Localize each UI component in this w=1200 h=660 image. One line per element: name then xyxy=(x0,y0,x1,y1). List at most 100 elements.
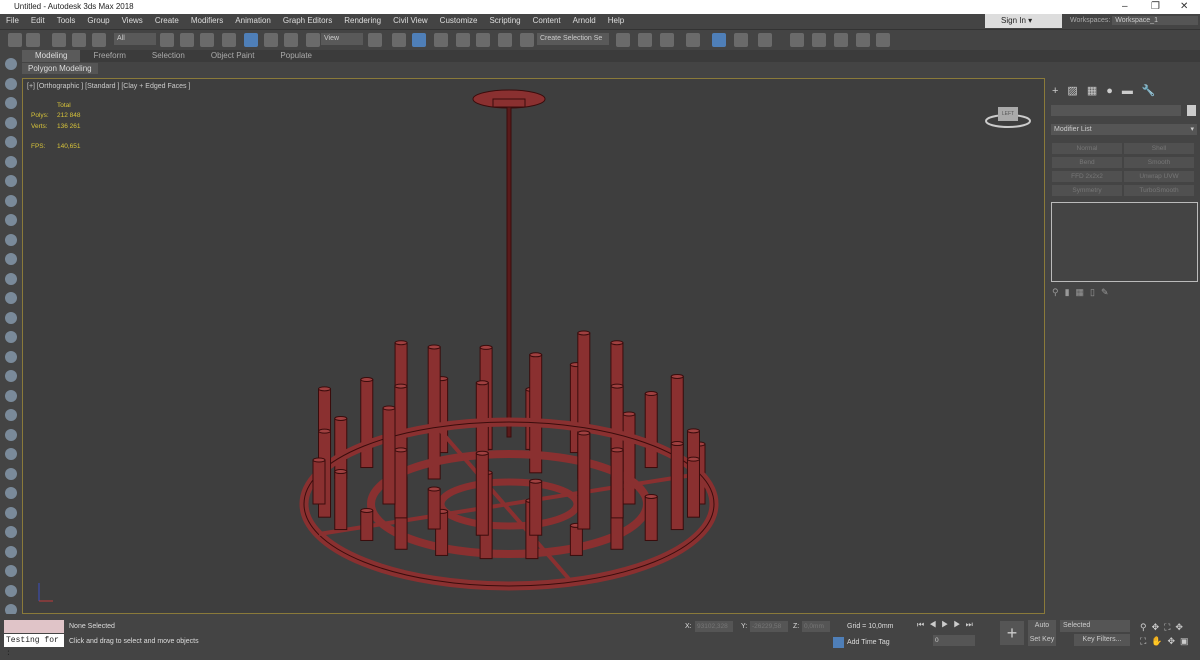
menu-file[interactable]: File xyxy=(0,14,25,28)
current-frame-field[interactable]: 0 xyxy=(933,635,975,646)
toolbar-tool-icon[interactable] xyxy=(638,33,652,47)
modifier-stack[interactable] xyxy=(1051,202,1198,282)
toolbar-tool-icon[interactable] xyxy=(8,33,22,47)
named-selection-set-dropdown[interactable]: Create Selection Se xyxy=(537,33,609,45)
selection-filter-dropdown[interactable]: All xyxy=(114,33,156,45)
left-toolbar-icon[interactable] xyxy=(5,545,17,558)
modifier-button-normal[interactable]: Normal xyxy=(1052,143,1122,154)
menu-group[interactable]: Group xyxy=(81,14,115,28)
toolbar-tool-icon[interactable] xyxy=(734,33,748,47)
modifier-button-bend[interactable]: Bend xyxy=(1052,157,1122,168)
playback-controls[interactable]: ⏮◀▶▶⏭ xyxy=(917,620,978,630)
toolbar-tool-icon[interactable] xyxy=(712,33,726,47)
left-toolbar-icon[interactable] xyxy=(5,136,17,148)
left-toolbar-icon[interactable] xyxy=(5,116,17,129)
object-color-swatch[interactable] xyxy=(1187,105,1196,116)
left-toolbar-icon[interactable] xyxy=(5,467,17,480)
polygon-modeling-panel[interactable]: Polygon Modeling xyxy=(22,63,98,74)
toolbar-tool-icon[interactable] xyxy=(616,33,630,47)
ribbon-tab-freeform[interactable]: Freeform xyxy=(80,50,138,62)
menu-modifiers[interactable]: Modifiers xyxy=(185,14,229,28)
toolbar-tool-icon[interactable] xyxy=(456,33,470,47)
toolbar-tool-icon[interactable] xyxy=(306,33,320,47)
toolbar-tool-icon[interactable] xyxy=(520,33,534,47)
menu-edit[interactable]: Edit xyxy=(25,14,51,28)
left-toolbar-icon[interactable] xyxy=(5,331,17,343)
modifier-button-unwrap-uvw[interactable]: Unwrap UVW xyxy=(1124,171,1194,182)
left-toolbar-icon[interactable] xyxy=(5,506,17,519)
left-toolbar-icon[interactable] xyxy=(5,428,17,441)
left-toolbar-icon[interactable] xyxy=(5,97,17,109)
menu-tools[interactable]: Tools xyxy=(51,14,82,28)
ribbon-tab-modeling[interactable]: Modeling xyxy=(22,50,81,62)
toolbar-tool-icon[interactable] xyxy=(52,33,66,47)
sign-in-button[interactable]: Sign In ▾ xyxy=(985,14,1062,28)
object-name-field[interactable] xyxy=(1051,105,1181,116)
toolbar-tool-icon[interactable] xyxy=(368,33,382,47)
left-toolbar-icon[interactable] xyxy=(5,350,17,363)
left-toolbar-icon[interactable] xyxy=(5,175,17,187)
modifier-button-ffd-2x2x2[interactable]: FFD 2x2x2 xyxy=(1052,171,1122,182)
viewport-orthographic[interactable]: [+] [Orthographic ] [Standard ] [Clay + … xyxy=(22,78,1045,614)
minimize-button[interactable]: – xyxy=(1122,0,1128,14)
key-mode-dropdown[interactable]: Selected xyxy=(1060,620,1130,632)
modifier-button-smooth[interactable]: Smooth xyxy=(1124,157,1194,168)
left-toolbar-icon[interactable] xyxy=(5,77,17,90)
modifier-button-symmetry[interactable]: Symmetry xyxy=(1052,185,1122,196)
modifier-button-shell[interactable]: Shell xyxy=(1124,143,1194,154)
toolbar-tool-icon[interactable] xyxy=(160,33,174,47)
y-coordinate-field[interactable]: -26229,58 xyxy=(750,621,788,632)
toolbar-tool-icon[interactable] xyxy=(284,33,298,47)
set-key-button[interactable]: Set Key xyxy=(1028,634,1056,646)
maxscript-listener-output[interactable] xyxy=(4,620,64,633)
left-toolbar-icon[interactable] xyxy=(5,389,17,402)
toolbar-tool-icon[interactable] xyxy=(92,33,106,47)
left-toolbar-icon[interactable] xyxy=(5,214,17,226)
left-toolbar-icon[interactable] xyxy=(5,155,17,168)
toolbar-tool-icon[interactable] xyxy=(834,33,848,47)
menu-scripting[interactable]: Scripting xyxy=(483,14,526,28)
toolbar-tool-icon[interactable] xyxy=(498,33,512,47)
x-coordinate-field[interactable]: 93102,328 xyxy=(695,621,733,632)
menu-views[interactable]: Views xyxy=(116,14,149,28)
left-toolbar-icon[interactable] xyxy=(5,311,17,324)
menu-animation[interactable]: Animation xyxy=(229,14,277,28)
set-key-big-button[interactable]: + xyxy=(1000,621,1024,645)
menu-arnold[interactable]: Arnold xyxy=(567,14,602,28)
menu-help[interactable]: Help xyxy=(602,14,630,28)
left-toolbar-icon[interactable] xyxy=(5,487,17,499)
toolbar-tool-icon[interactable] xyxy=(758,33,772,47)
modifier-button-turbosmooth[interactable]: TurboSmooth xyxy=(1124,185,1194,196)
stack-toolbar[interactable]: ⚲▮▦▯✎ xyxy=(1052,287,1115,298)
toolbar-tool-icon[interactable] xyxy=(434,33,448,47)
add-time-tag-button[interactable]: Add Time Tag xyxy=(847,639,890,646)
left-toolbar-icon[interactable] xyxy=(5,565,17,577)
z-coordinate-field[interactable]: 0,0mm xyxy=(802,621,830,632)
menu-graph-editors[interactable]: Graph Editors xyxy=(277,14,338,28)
left-toolbar-icon[interactable] xyxy=(5,584,17,597)
toolbar-tool-icon[interactable] xyxy=(790,33,804,47)
left-toolbar-icon[interactable] xyxy=(5,253,17,265)
menu-customize[interactable]: Customize xyxy=(434,14,484,28)
toolbar-tool-icon[interactable] xyxy=(876,33,890,47)
key-filters-button[interactable]: Key Filters... xyxy=(1074,634,1130,646)
menu-content[interactable]: Content xyxy=(527,14,567,28)
left-toolbar-icon[interactable] xyxy=(5,233,17,246)
toolbar-tool-icon[interactable] xyxy=(222,33,236,47)
close-button[interactable]: ✕ xyxy=(1180,0,1188,14)
ribbon-tab-populate[interactable]: Populate xyxy=(267,50,325,62)
left-toolbar-icon[interactable] xyxy=(5,58,17,70)
left-toolbar-icon[interactable] xyxy=(5,448,17,460)
toolbar-tool-icon[interactable] xyxy=(200,33,214,47)
left-toolbar-icon[interactable] xyxy=(5,272,17,285)
workspace-select[interactable]: Workspace_1 xyxy=(1112,16,1198,25)
toolbar-tool-icon[interactable] xyxy=(412,33,426,47)
toolbar-tool-icon[interactable] xyxy=(660,33,674,47)
toolbar-tool-icon[interactable] xyxy=(812,33,826,47)
menu-civil-view[interactable]: Civil View xyxy=(387,14,434,28)
maxscript-input[interactable]: Testing for : xyxy=(4,634,64,658)
ribbon-tab-selection[interactable]: Selection xyxy=(139,50,198,62)
toolbar-tool-icon[interactable] xyxy=(686,33,700,47)
menu-rendering[interactable]: Rendering xyxy=(338,14,387,28)
left-toolbar-icon[interactable] xyxy=(5,370,17,382)
